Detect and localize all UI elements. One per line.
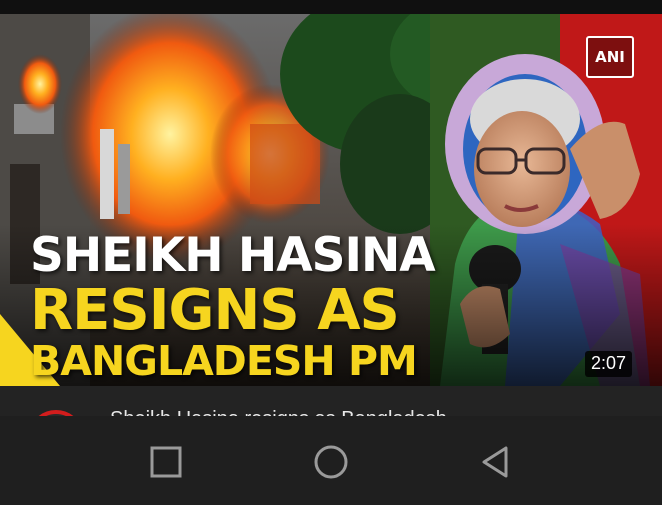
video-meta-row[interactable]: Sheikh Hasina resigns as Bangladesh: [0, 386, 662, 416]
video-thumbnail[interactable]: SHEIKH HASINA RESIGNS AS BANGLADESH PM A…: [0, 14, 662, 386]
video-title[interactable]: Sheikh Hasina resigns as Bangladesh: [110, 408, 447, 416]
headline-line-1: SHEIKH HASINA: [30, 228, 436, 283]
video-duration-badge: 2:07: [585, 351, 633, 377]
status-bar-strip: [0, 0, 662, 14]
android-nav-bar: [0, 416, 662, 505]
thumbnail-headline: SHEIKH HASINA RESIGNS AS BANGLADESH PM: [30, 228, 436, 385]
ani-logo: ANI: [586, 36, 634, 78]
headline-line-2: RESIGNS AS: [30, 278, 400, 343]
circle-home-icon[interactable]: [313, 444, 349, 480]
triangle-back-icon[interactable]: [478, 444, 514, 480]
headline-line-3: BANGLADESH PM: [30, 337, 418, 385]
square-recents-icon[interactable]: [148, 444, 184, 480]
